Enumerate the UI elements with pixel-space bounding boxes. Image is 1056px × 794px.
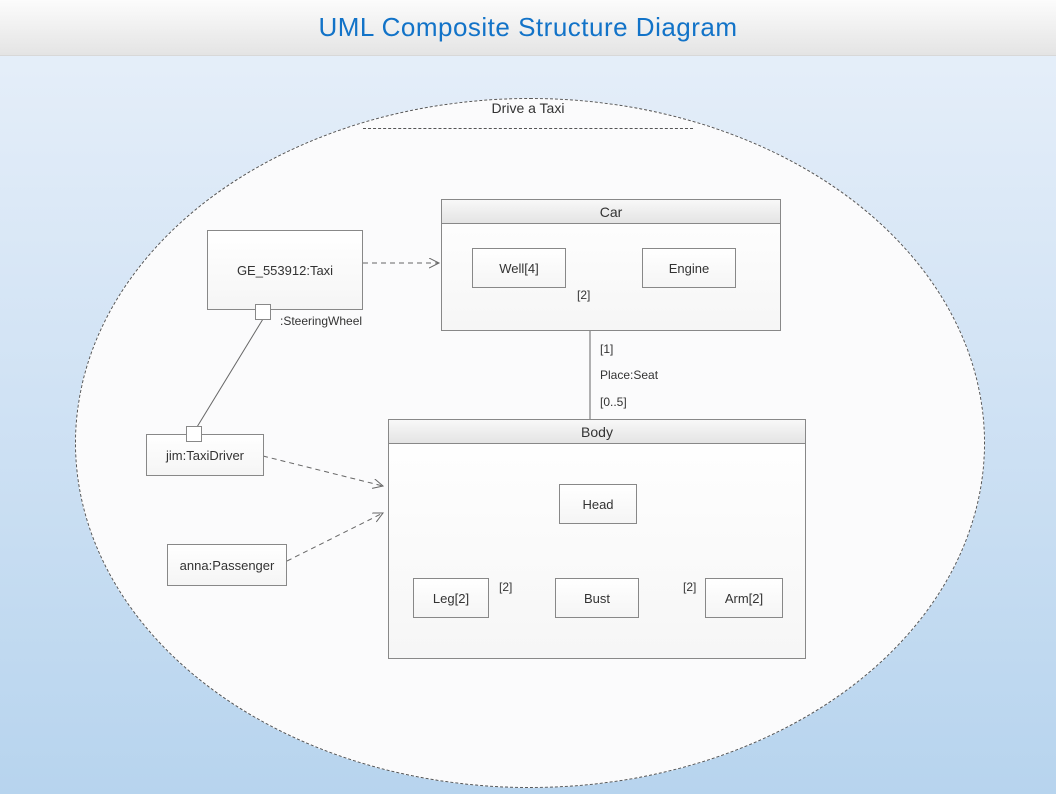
- node-engine-label: Engine: [669, 261, 709, 276]
- page-header: UML Composite Structure Diagram: [0, 0, 1056, 56]
- struct-body-header: Body: [389, 420, 805, 444]
- label-seat: Place:Seat: [600, 368, 658, 382]
- node-leg: Leg[2]: [413, 578, 489, 618]
- node-head-label: Head: [582, 497, 613, 512]
- node-head: Head: [559, 484, 637, 524]
- node-driver: jim:TaxiDriver: [146, 434, 264, 476]
- label-leg-bust-mult: [2]: [499, 580, 512, 594]
- port-taxi: [255, 304, 271, 320]
- collaboration-divider: [363, 128, 693, 129]
- node-passenger-label: anna:Passenger: [180, 558, 275, 573]
- node-taxi-label: GE_553912:Taxi: [237, 263, 333, 278]
- port-driver: [186, 426, 202, 442]
- label-body-mult: [0..5]: [600, 395, 627, 409]
- node-passenger: anna:Passenger: [167, 544, 287, 586]
- collaboration-label: Drive a Taxi: [492, 100, 565, 116]
- struct-car-header: Car: [442, 200, 780, 224]
- node-driver-label: jim:TaxiDriver: [166, 448, 244, 463]
- diagram-canvas: Drive a Taxi GE_553912:Taxi :SteeringWhe…: [0, 56, 1056, 794]
- node-well-label: Well[4]: [499, 261, 539, 276]
- page-title: UML Composite Structure Diagram: [318, 12, 737, 43]
- node-engine: Engine: [642, 248, 736, 288]
- node-bust: Bust: [555, 578, 639, 618]
- node-arm-label: Arm[2]: [725, 591, 763, 606]
- label-bust-arm-mult: [2]: [683, 580, 696, 594]
- node-arm: Arm[2]: [705, 578, 783, 618]
- node-bust-label: Bust: [584, 591, 610, 606]
- node-taxi: GE_553912:Taxi: [207, 230, 363, 310]
- node-well: Well[4]: [472, 248, 566, 288]
- struct-body: Body Head Leg[2] Bust Arm[2] [2] [2]: [388, 419, 806, 659]
- struct-car: Car Well[4] Engine [2]: [441, 199, 781, 331]
- label-steering-wheel: :SteeringWheel: [280, 314, 362, 328]
- node-leg-label: Leg[2]: [433, 591, 469, 606]
- label-car-mult: [1]: [600, 342, 613, 356]
- label-well-engine-mult: [2]: [577, 288, 590, 302]
